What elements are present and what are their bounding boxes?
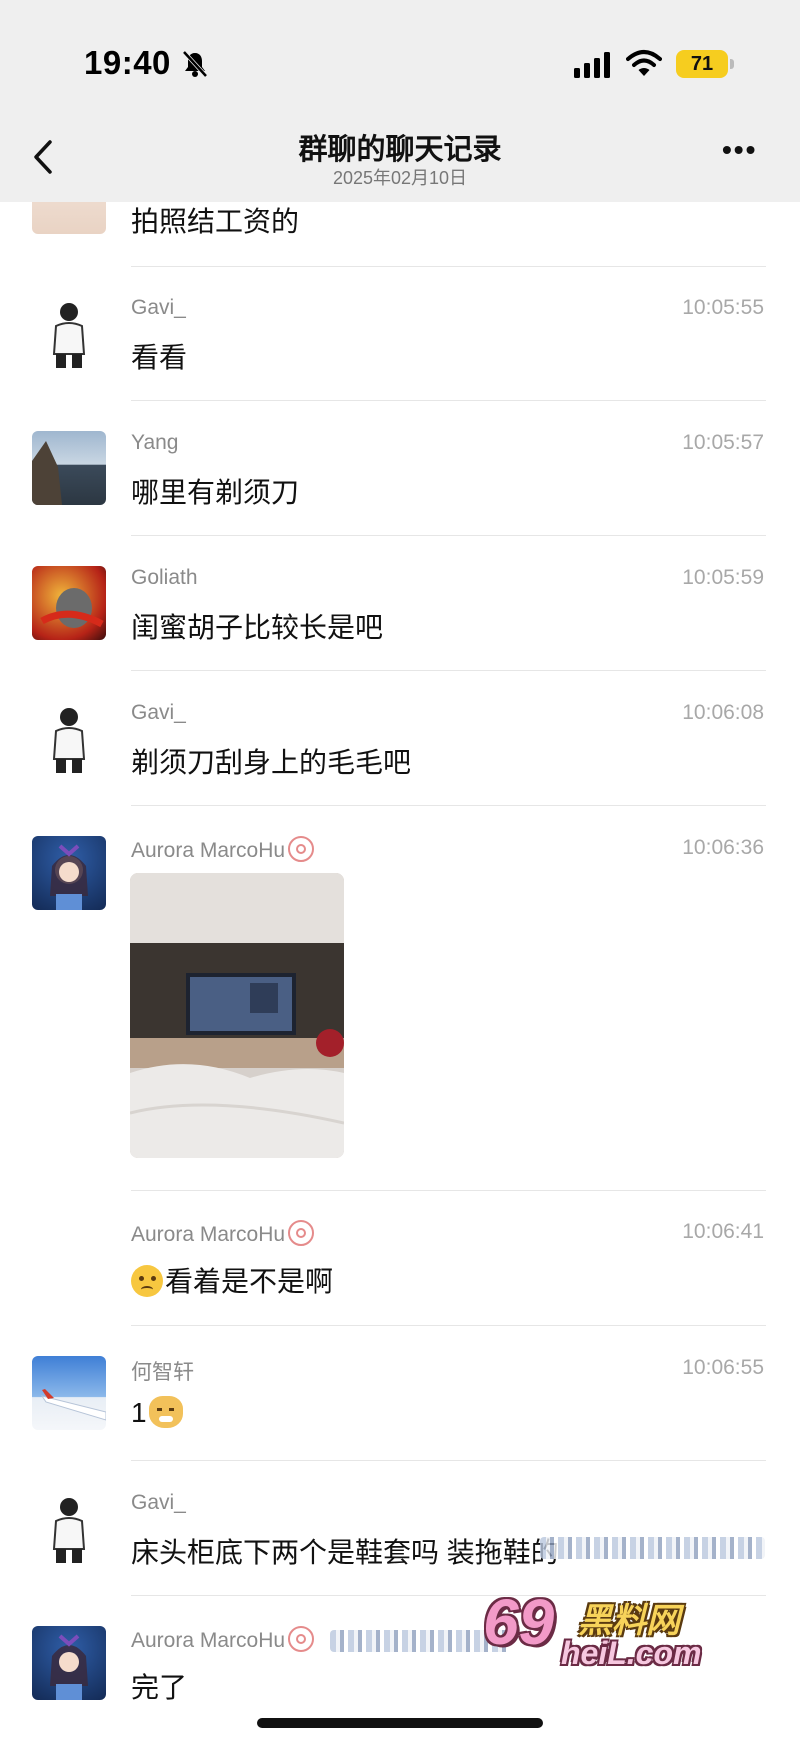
sender-name-text: Aurora MarcoHu [131,1629,286,1652]
avatar[interactable] [32,1626,106,1700]
divider [131,1460,766,1461]
message-text: 哪里有剃须刀 [131,477,300,508]
message-time: 10:05:57 [682,431,764,454]
badge-icon [288,1626,315,1652]
message-time: 10:06:08 [682,701,764,724]
sender-name: Aurora MarcoHu [131,1626,315,1653]
message-text: 床头柜底下两个是鞋套吗 装拖鞋的 [131,1537,559,1568]
divider [131,670,766,671]
message-text: 拍照结工资的 [131,206,300,237]
anime-girl-icon [50,844,88,910]
hotel-room-photo [130,873,344,1158]
avatar[interactable] [32,296,106,370]
person-icon [52,1498,86,1563]
watermark-url: heiL.com [561,1635,702,1671]
message-text: 看着是不是啊 [131,1260,333,1300]
sender-name: Aurora MarcoHu [131,836,315,863]
person-icon [52,303,86,368]
wifi-icon [626,50,662,76]
bell-slash-icon [182,50,208,78]
rock-icon [32,441,62,505]
sender-name: Yang [131,431,179,454]
crying-emoji-icon [131,1265,163,1297]
shared-photo[interactable] [130,873,344,1158]
message-text: 完了 [131,1672,188,1703]
more-icon[interactable]: ••• [722,136,762,165]
badge-icon [288,836,315,862]
message-time: 10:05:55 [682,296,764,319]
sender-name: Gavi_ [131,701,186,724]
message-time: 10:06:36 [682,836,764,859]
avatar[interactable] [32,1491,106,1565]
signal-icon [574,52,610,78]
message-text: 1 [131,1396,183,1429]
divider [131,535,766,536]
watermark-number: 69 [483,1586,555,1658]
message-time: 10:05:59 [682,566,764,589]
sender-name-text: Aurora MarcoHu [131,1223,286,1246]
divider [131,1190,766,1191]
avatar[interactable] [32,701,106,775]
divider [131,400,766,401]
dog-emoji-icon [148,1396,183,1428]
anime-girl-icon [50,1634,88,1700]
watermark-logo: 69 黑料网 heiL.com [483,1585,733,1675]
avatar[interactable] [32,1356,106,1430]
airplane-wing-icon [40,1389,106,1421]
avatar[interactable] [32,836,106,910]
header: 19:40 71 群聊的聊天记录 2025年02月10日 ••• [0,0,800,202]
page-subtitle: 2025年02月10日 [332,168,468,188]
battery-indicator: 71 [676,50,728,78]
sender-name: Goliath [131,566,198,589]
page-title: 群聊的聊天记录 [298,134,502,166]
sender-name-text: Aurora MarcoHu [131,839,286,862]
divider [131,1325,766,1326]
sender-name: Gavi_ [131,296,186,319]
message-text-body: 1 [131,1397,147,1428]
sender-name: Aurora MarcoHu [131,1220,315,1247]
divider [131,266,766,267]
sender-name: Gavi_ [131,1491,186,1514]
message-time: 10:06:55 [682,1356,764,1379]
avatar[interactable] [32,566,106,640]
cartoon-icon [40,588,104,628]
message-text: 闺蜜胡子比较长是吧 [131,612,384,643]
home-indicator[interactable] [257,1718,543,1728]
divider [131,805,766,806]
obscured-text [540,1537,765,1559]
person-icon [52,708,86,773]
avatar[interactable] [32,431,106,505]
badge-icon [288,1220,315,1246]
message-text-body: 看着是不是啊 [165,1266,334,1297]
message-time: 10:06:41 [682,1220,764,1243]
sender-name: 何智轩 [131,1361,194,1384]
battery-nub [730,59,734,69]
message-text: 看看 [131,342,188,373]
message-text: 剃须刀刮身上的毛毛吧 [131,747,412,778]
status-time: 19:40 [84,44,171,81]
